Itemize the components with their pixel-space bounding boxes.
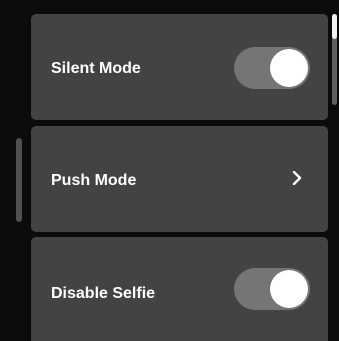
scrollbar-thumb[interactable] (332, 14, 337, 39)
setting-label-disable-selfie: Disable Selfie (51, 285, 156, 302)
side-handle[interactable] (16, 138, 22, 222)
silent-mode-toggle[interactable] (234, 47, 310, 89)
chevron-right-icon (292, 171, 302, 185)
settings-screen: Silent Mode Push Mode Disable Selfie (0, 0, 339, 341)
disable-selfie-toggle[interactable] (234, 268, 310, 310)
toggle-knob (270, 49, 308, 87)
toggle-knob (270, 270, 308, 308)
setting-label-silent-mode: Silent Mode (51, 60, 141, 77)
setting-row-push-mode[interactable]: Push Mode (31, 126, 328, 232)
setting-row-disable-selfie[interactable]: Disable Selfie (31, 237, 328, 341)
setting-row-silent-mode[interactable]: Silent Mode (31, 14, 328, 120)
setting-label-push-mode: Push Mode (51, 172, 137, 189)
